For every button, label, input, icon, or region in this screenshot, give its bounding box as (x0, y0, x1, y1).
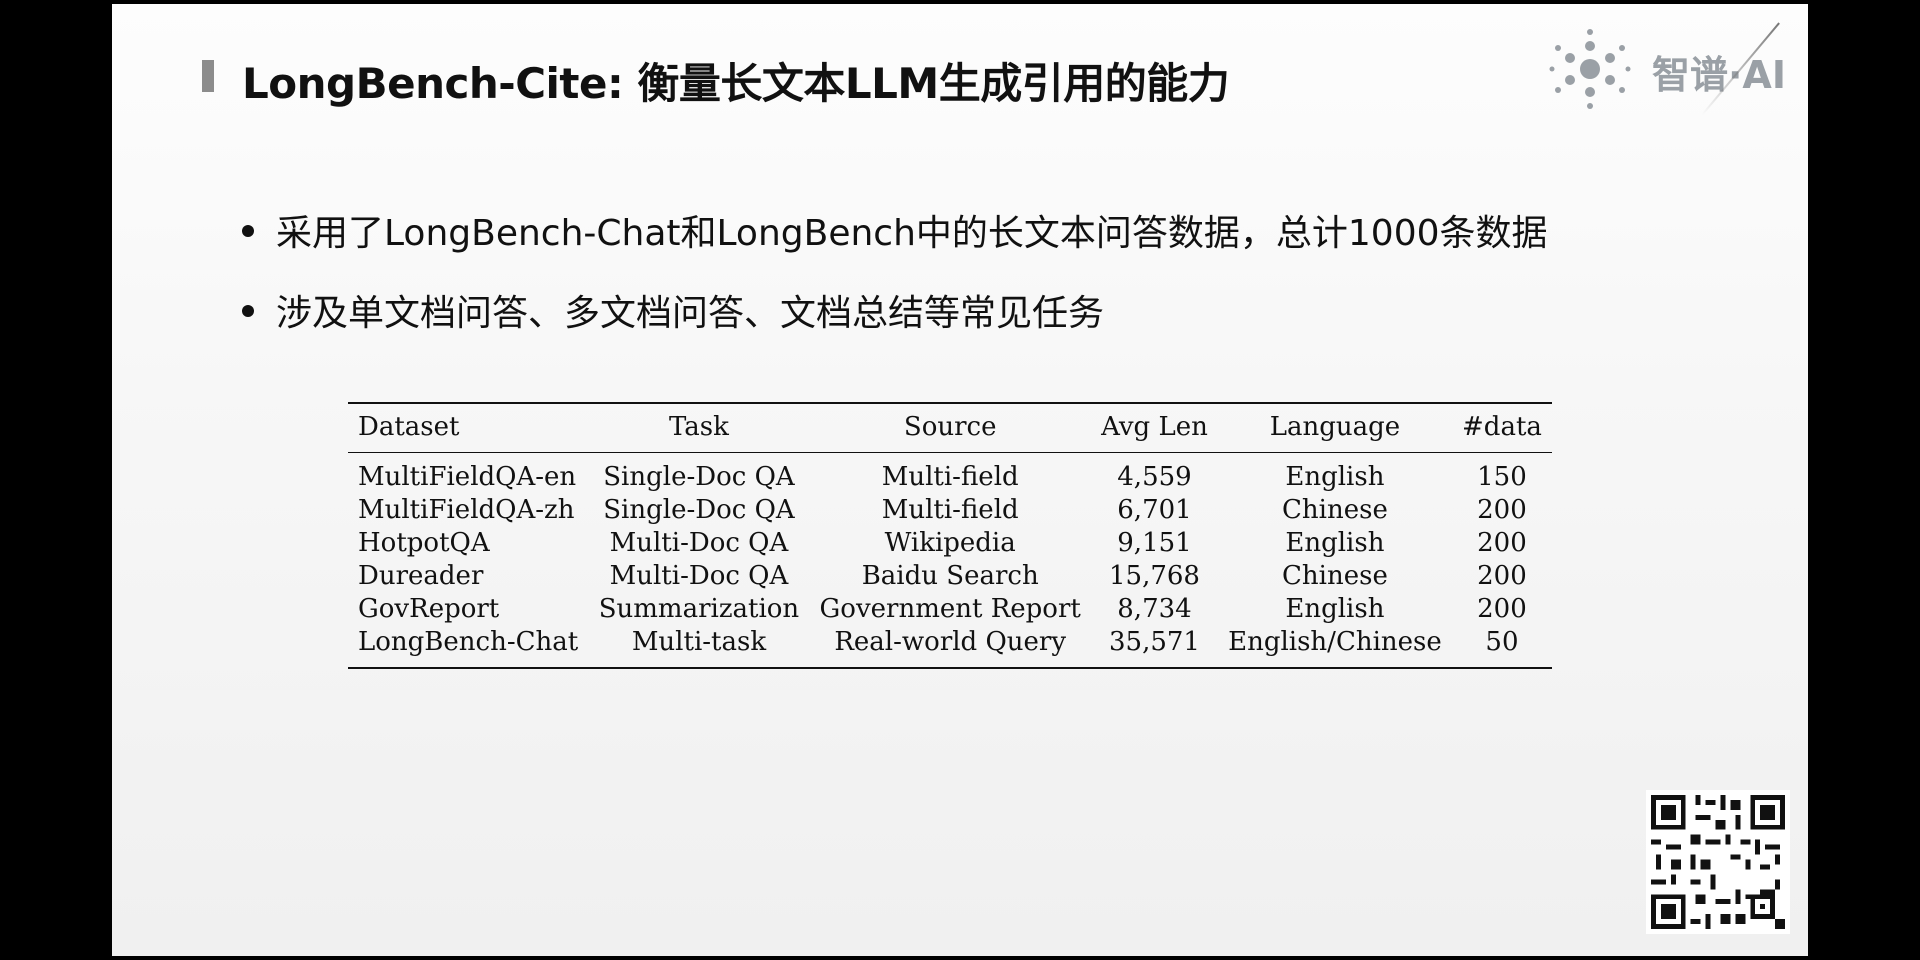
table-cell: 8,734 (1117, 594, 1192, 624)
bullet-dot-icon (242, 305, 254, 317)
table-cell: English (1285, 594, 1385, 624)
qr-code-icon[interactable] (1646, 790, 1790, 934)
column-header: Language (1217, 403, 1452, 453)
table-cell: MultiFieldQA-en (358, 462, 577, 492)
bullet-dot-icon (242, 225, 254, 237)
column-header: Avg Len (1091, 403, 1218, 453)
column-header: #data (1451, 403, 1552, 453)
table-cell: 200 (1477, 495, 1527, 525)
table-row: MultiFieldQA-en Single-Doc QA Multi-fiel… (348, 453, 1552, 495)
bullet-text: 采用了LongBench-Chat和LongBench中的长文本问答数据，总计1… (276, 213, 1548, 254)
table-row: Dureader Multi-Doc QA Baidu Search 15,76… (348, 560, 1552, 593)
bullet-item: 涉及单文档问答、多文档问答、文档总结等常见任务 (242, 284, 1548, 336)
table-cell: HotpotQA (358, 528, 490, 558)
bullet-item: 采用了LongBench-Chat和LongBench中的长文本问答数据，总计1… (242, 204, 1548, 256)
table-cell: English (1285, 528, 1385, 558)
table-cell: Real-world Query (834, 627, 1067, 657)
column-header: Dataset (348, 403, 589, 453)
table-cell: 6,701 (1117, 495, 1192, 525)
table-cell: 9,151 (1117, 528, 1192, 558)
table-cell: English (1285, 462, 1385, 492)
table-cell: Multi-Doc QA (609, 528, 789, 558)
table-cell: Multi-field (881, 495, 1019, 525)
bullet-list: 采用了LongBench-Chat和LongBench中的长文本问答数据，总计1… (242, 204, 1548, 364)
table-cell: 50 (1485, 627, 1519, 657)
table-row: MultiFieldQA-zh Single-Doc QA Multi-fiel… (348, 494, 1552, 527)
table-row: HotpotQA Multi-Doc QA Wikipedia 9,151 En… (348, 527, 1552, 560)
table-cell: 150 (1477, 462, 1527, 492)
table-cell: Baidu Search (861, 561, 1039, 591)
column-header: Source (809, 403, 1092, 453)
table-cell: Chinese (1282, 561, 1388, 591)
table-cell: Chinese (1282, 495, 1388, 525)
table-cell: Multi-Doc QA (609, 561, 789, 591)
table-row: GovReport Summarization Government Repor… (348, 593, 1552, 626)
table-cell: LongBench-Chat (358, 627, 579, 657)
table-row: LongBench-Chat Multi-task Real-world Que… (348, 626, 1552, 668)
table-cell: Dureader (358, 561, 484, 591)
title-accent-bar (202, 60, 214, 92)
slide: LongBench-Cite: 衡量长文本LLM生成引用的能力 智谱·AI 采用… (112, 4, 1808, 956)
table-cell: Multi-task (631, 627, 767, 657)
table-cell: Single-Doc QA (603, 462, 795, 492)
table-cell: 200 (1477, 594, 1527, 624)
table-cell: 200 (1477, 528, 1527, 558)
table-cell: 200 (1477, 561, 1527, 591)
bullet-text: 涉及单文档问答、多文档问答、文档总结等常见任务 (276, 293, 1105, 334)
dataset-table: Dataset Task Source Avg Len Language #da… (348, 402, 1552, 669)
column-header: Task (588, 403, 810, 453)
table-cell: 15,768 (1109, 561, 1200, 591)
table-cell: 4,559 (1117, 462, 1192, 492)
table-header-row: Dataset Task Source Avg Len Language #da… (348, 403, 1552, 453)
table-cell: Government Report (819, 594, 1081, 624)
slide-title: LongBench-Cite: 衡量长文本LLM生成引用的能力 (242, 59, 1230, 108)
table-cell: Single-Doc QA (603, 495, 795, 525)
table-cell: English/Chinese (1228, 627, 1442, 657)
table-cell: 35,571 (1109, 627, 1200, 657)
table-cell: Summarization (598, 594, 800, 624)
table-cell: MultiFieldQA-zh (358, 495, 575, 525)
table-cell: GovReport (358, 594, 500, 624)
logo-text: 智谱·AI (1652, 53, 1786, 97)
table-cell: Wikipedia (884, 528, 1016, 558)
dataset-table-wrapper: Dataset Task Source Avg Len Language #da… (348, 402, 1552, 669)
table-cell: Multi-field (881, 462, 1019, 492)
